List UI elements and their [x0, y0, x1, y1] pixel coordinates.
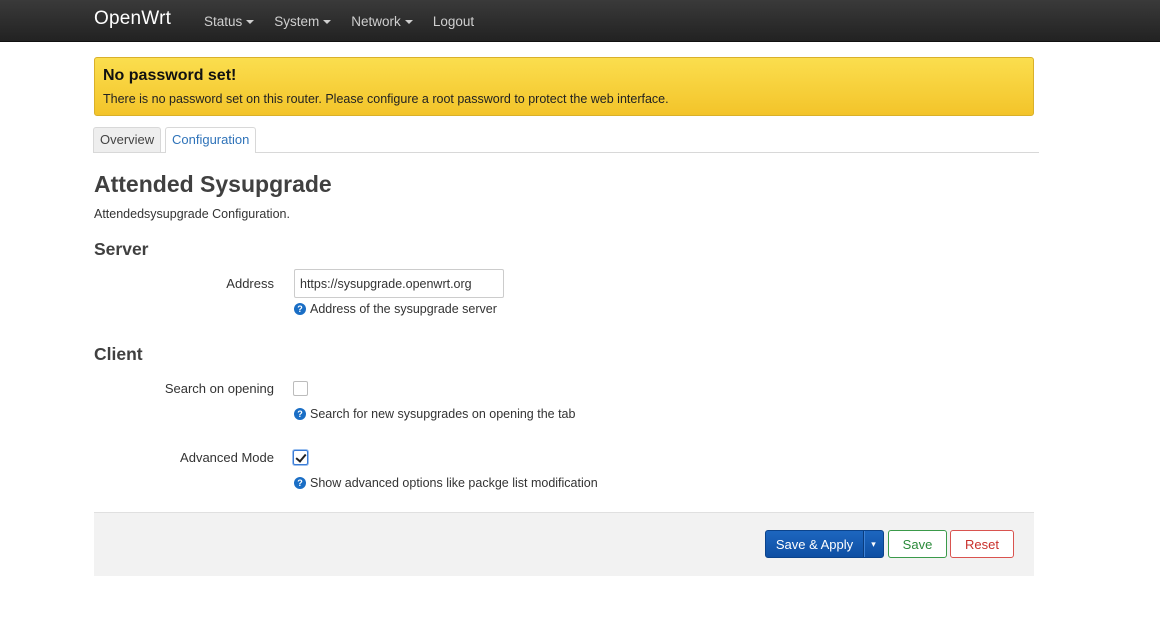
save-apply-button-group: Save & Apply ▾	[765, 530, 884, 558]
menu-system[interactable]: System	[274, 13, 332, 29]
brand-logo[interactable]: OpenWrt	[94, 8, 171, 30]
advanced-mode-help: ? Show advanced options like packge list…	[294, 476, 598, 490]
menu-network-label: Network	[351, 13, 401, 29]
menu-logout[interactable]: Logout	[433, 14, 474, 29]
menu-system-label: System	[274, 13, 320, 29]
alert-text: There is no password set on this router.…	[103, 92, 669, 106]
tab-overview[interactable]: Overview	[93, 127, 161, 152]
advanced-mode-checkbox[interactable]	[293, 450, 308, 465]
menu-network[interactable]: Network	[351, 14, 413, 29]
password-warning-alert: No password set! There is no password se…	[94, 57, 1034, 116]
question-circle-icon: ?	[294, 303, 306, 315]
page-description: Attendedsysupgrade Configuration.	[94, 207, 290, 221]
menu-status[interactable]: Status	[204, 13, 255, 29]
menu-status-label: Status	[204, 13, 243, 29]
save-apply-dropdown-toggle[interactable]: ▾	[864, 531, 883, 557]
save-button[interactable]: Save	[888, 530, 947, 558]
chevron-down-icon	[246, 20, 255, 24]
top-navbar: OpenWrt Status System Network Logout	[0, 0, 1160, 42]
address-input[interactable]	[294, 269, 504, 298]
chevron-down-icon	[323, 20, 332, 24]
client-section-heading: Client	[94, 344, 143, 364]
search-on-opening-checkbox[interactable]	[293, 381, 308, 396]
address-label: Address	[226, 276, 274, 291]
search-on-opening-help: ? Search for new sysupgrades on opening …	[294, 407, 575, 421]
chevron-down-icon: ▾	[871, 538, 876, 549]
server-section-heading: Server	[94, 239, 149, 259]
main-menu: Status System Network Logout	[204, 0, 494, 42]
search-on-opening-help-text: Search for new sysupgrades on opening th…	[310, 407, 576, 421]
reset-button[interactable]: Reset	[950, 530, 1014, 558]
page-title: Attended Sysupgrade	[94, 171, 332, 197]
menu-logout-label: Logout	[432, 13, 475, 29]
alert-title: No password set!	[103, 67, 237, 84]
question-circle-icon: ?	[294, 477, 306, 489]
save-apply-button[interactable]: Save & Apply	[766, 531, 864, 557]
question-circle-icon: ?	[294, 408, 306, 420]
address-help-text: Address of the sysupgrade server	[310, 302, 497, 316]
checkmark-icon	[295, 451, 307, 463]
advanced-mode-help-text: Show advanced options like packge list m…	[310, 476, 598, 490]
tab-bar: Overview Configuration	[93, 127, 1039, 153]
search-on-opening-label: Search on opening	[164, 381, 274, 396]
address-help: ? Address of the sysupgrade server	[294, 302, 497, 316]
advanced-mode-label: Advanced Mode	[180, 450, 274, 465]
chevron-down-icon	[404, 20, 413, 24]
form-actions-bar: Save & Apply ▾ Save Reset	[94, 512, 1034, 576]
tab-configuration[interactable]: Configuration	[165, 127, 256, 153]
